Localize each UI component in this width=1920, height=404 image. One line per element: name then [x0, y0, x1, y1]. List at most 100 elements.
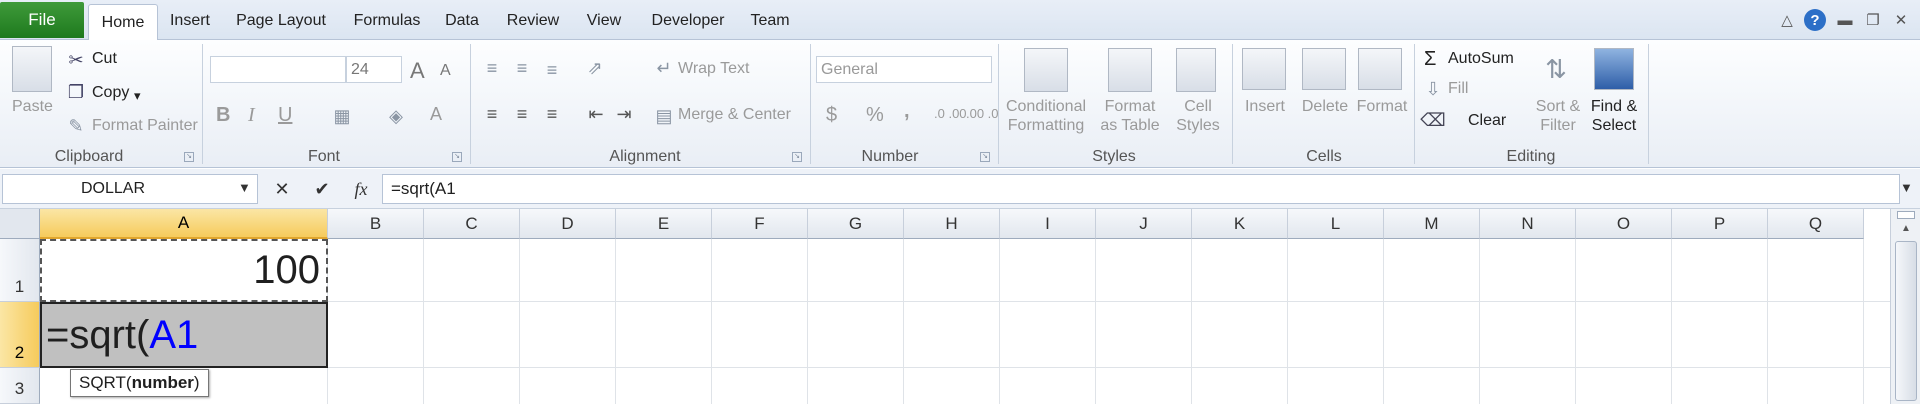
- wrap-text-icon[interactable]: ↵: [652, 56, 676, 80]
- clipboard-launcher-icon[interactable]: ↘: [184, 152, 194, 162]
- orientation-icon[interactable]: ⇗: [580, 56, 610, 80]
- find-select-button-line1[interactable]: Find &: [1586, 98, 1642, 116]
- restore-icon[interactable]: ❐: [1862, 9, 1884, 31]
- decrease-decimal-button[interactable]: .00 .0: [966, 106, 999, 121]
- scroll-thumb[interactable]: [1895, 241, 1917, 401]
- merge-center-icon[interactable]: ▤: [652, 104, 676, 128]
- format-as-table-button-line2[interactable]: as Table: [1092, 117, 1168, 135]
- font-color-button[interactable]: A: [430, 104, 442, 125]
- column-header-i[interactable]: I: [1000, 209, 1096, 239]
- vertical-scrollbar[interactable]: ▲: [1890, 209, 1920, 404]
- underline-button[interactable]: U: [278, 104, 292, 127]
- column-header-g[interactable]: G: [808, 209, 904, 239]
- cell-a1[interactable]: 100: [40, 239, 328, 302]
- tab-team[interactable]: Team: [744, 8, 796, 34]
- borders-icon[interactable]: ▦: [330, 104, 354, 128]
- find-select-button-line2[interactable]: Select: [1586, 117, 1642, 135]
- increase-indent-icon[interactable]: ⇥: [612, 102, 636, 126]
- comma-button[interactable]: ,: [904, 100, 910, 123]
- enter-entry-icon[interactable]: ✔: [315, 179, 330, 200]
- number-format-select[interactable]: General: [816, 56, 992, 83]
- italic-button[interactable]: I: [248, 104, 255, 127]
- format-as-table-button-line1[interactable]: Format: [1092, 98, 1168, 116]
- currency-button[interactable]: $: [826, 104, 837, 127]
- wrap-text-button[interactable]: Wrap Text: [678, 60, 749, 78]
- tab-view[interactable]: View: [582, 8, 626, 34]
- column-header-l[interactable]: L: [1288, 209, 1384, 239]
- align-center-icon[interactable]: ≡: [510, 102, 534, 126]
- paste-button[interactable]: Paste: [12, 98, 53, 116]
- insert-cells-button[interactable]: Insert: [1240, 98, 1290, 116]
- align-bottom-icon[interactable]: ≡: [540, 58, 564, 82]
- grow-font-button[interactable]: A: [410, 58, 425, 84]
- clear-button[interactable]: Clear: [1468, 112, 1506, 130]
- tab-developer[interactable]: Developer: [642, 8, 734, 34]
- row-header-1[interactable]: 1: [0, 239, 40, 302]
- conditional-formatting-button-line2[interactable]: Formatting: [1004, 117, 1088, 135]
- split-handle-icon[interactable]: [1897, 211, 1915, 219]
- column-header-o[interactable]: O: [1576, 209, 1672, 239]
- align-top-icon[interactable]: ≡: [480, 56, 504, 80]
- tab-review[interactable]: Review: [500, 8, 566, 34]
- tab-formulas[interactable]: Formulas: [344, 8, 430, 34]
- column-header-c[interactable]: C: [424, 209, 520, 239]
- format-painter-button[interactable]: Format Painter: [92, 117, 198, 135]
- font-launcher-icon[interactable]: ↘: [452, 152, 462, 162]
- name-box-dropdown-icon[interactable]: ▼: [238, 180, 251, 195]
- column-header-f[interactable]: F: [712, 209, 808, 239]
- copy-dropdown-icon[interactable]: ▾: [134, 88, 141, 104]
- font-size-select[interactable]: 24: [346, 56, 402, 83]
- align-left-icon[interactable]: ≡: [480, 102, 504, 126]
- autosum-button[interactable]: AutoSum: [1448, 50, 1514, 68]
- tab-home[interactable]: Home: [88, 4, 158, 41]
- tab-page-layout[interactable]: Page Layout: [228, 8, 334, 34]
- select-all-button[interactable]: [0, 209, 40, 239]
- close-icon[interactable]: ✕: [1890, 9, 1912, 31]
- merge-center-button[interactable]: Merge & Center: [678, 106, 791, 124]
- align-middle-icon[interactable]: ≡: [510, 56, 534, 80]
- font-name-select[interactable]: [210, 56, 346, 83]
- column-header-h[interactable]: H: [904, 209, 1000, 239]
- alignment-launcher-icon[interactable]: ↘: [792, 152, 802, 162]
- tab-data[interactable]: Data: [440, 8, 484, 34]
- column-header-k[interactable]: K: [1192, 209, 1288, 239]
- column-header-n[interactable]: N: [1480, 209, 1576, 239]
- row-header-2[interactable]: 2: [0, 302, 40, 368]
- tab-insert[interactable]: Insert: [164, 8, 216, 34]
- conditional-formatting-button-line1[interactable]: Conditional: [1004, 98, 1088, 116]
- row-header-3[interactable]: 3: [0, 368, 40, 404]
- column-header-e[interactable]: E: [616, 209, 712, 239]
- sort-filter-button-line2[interactable]: Filter: [1528, 117, 1588, 135]
- column-header-p[interactable]: P: [1672, 209, 1768, 239]
- name-box[interactable]: DOLLAR: [2, 174, 258, 204]
- minimize-ribbon-icon[interactable]: △: [1776, 9, 1798, 31]
- fill-color-icon[interactable]: ◈: [384, 104, 408, 128]
- decrease-indent-icon[interactable]: ⇤: [584, 102, 608, 126]
- shrink-font-button[interactable]: A: [440, 62, 451, 80]
- column-header-m[interactable]: M: [1384, 209, 1480, 239]
- copy-button[interactable]: Copy: [92, 84, 129, 102]
- cancel-entry-icon[interactable]: ✕: [274, 179, 289, 200]
- column-header-d[interactable]: D: [520, 209, 616, 239]
- column-header-b[interactable]: B: [328, 209, 424, 239]
- cell-a2-editing[interactable]: =sqrt(A1: [40, 302, 328, 368]
- fill-button[interactable]: Fill: [1448, 80, 1468, 98]
- scroll-up-icon[interactable]: ▲: [1897, 223, 1915, 237]
- expand-formula-bar-icon[interactable]: ▼: [1900, 180, 1913, 195]
- align-right-icon[interactable]: ≡: [540, 102, 564, 126]
- minimize-icon[interactable]: ▬: [1834, 9, 1856, 31]
- format-cells-button[interactable]: Format: [1354, 98, 1410, 116]
- column-header-j[interactable]: J: [1096, 209, 1192, 239]
- delete-cells-button[interactable]: Delete: [1298, 98, 1352, 116]
- cell-styles-button-line1[interactable]: Cell: [1168, 98, 1228, 116]
- sort-filter-button-line1[interactable]: Sort &: [1528, 98, 1588, 116]
- formula-input[interactable]: =sqrt(A1: [382, 174, 1900, 204]
- cell-styles-button-line2[interactable]: Styles: [1168, 117, 1228, 135]
- file-tab[interactable]: File: [0, 2, 84, 38]
- bold-button[interactable]: B: [216, 104, 230, 127]
- insert-function-icon[interactable]: fx: [355, 179, 368, 200]
- cut-button[interactable]: Cut: [92, 50, 117, 68]
- percent-button[interactable]: %: [866, 104, 884, 127]
- paste-icon[interactable]: [12, 46, 52, 92]
- increase-decimal-button[interactable]: .0 .00: [934, 106, 967, 121]
